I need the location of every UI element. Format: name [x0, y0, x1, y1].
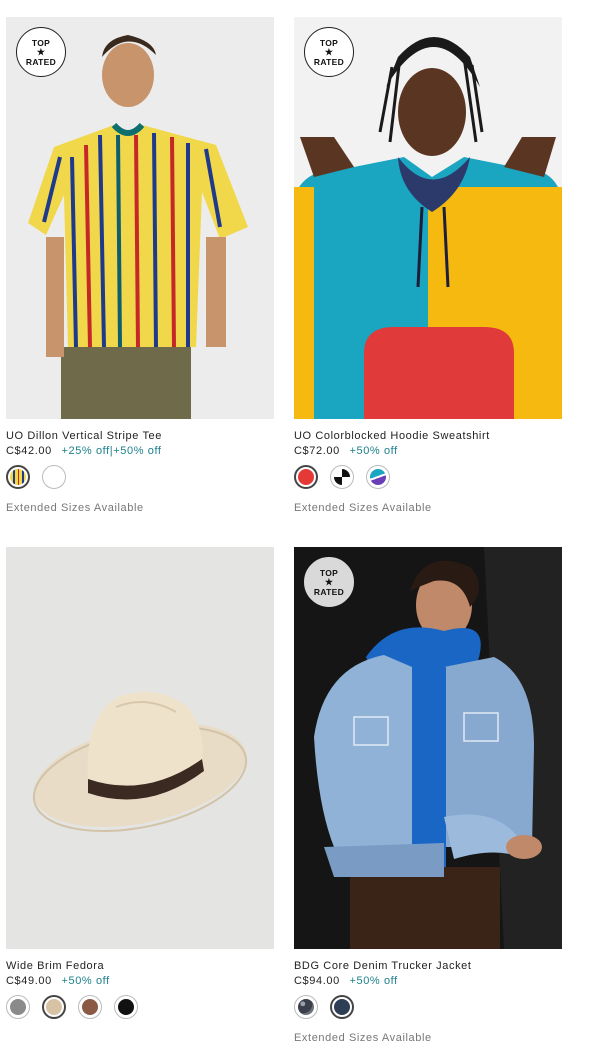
- swatch-denim-dark[interactable]: [330, 995, 354, 1019]
- product-price: C$94.00: [294, 975, 340, 987]
- stripe-tee-photo: [6, 17, 274, 419]
- swatch-grey[interactable]: [6, 995, 30, 1019]
- extended-sizes-text: Extended Sizes Available: [294, 502, 432, 514]
- top-rated-badge: TOP ★ RATED: [304, 557, 354, 607]
- price-row: C$42.00 +25% off|+50% off: [6, 445, 274, 457]
- product-card[interactable]: Wide Brim Fedora C$49.00 +50% off: [6, 547, 274, 1021]
- product-card[interactable]: TOP ★ RATED UO Colorblocked Hoodie Sweat…: [294, 17, 562, 514]
- color-swatches: [6, 995, 274, 1021]
- promo-text: +50% off: [349, 975, 398, 987]
- colorblocked-hoodie-photo: [294, 17, 562, 419]
- extended-sizes-text: Extended Sizes Available: [6, 502, 144, 514]
- badge-rated-text: RATED: [313, 56, 345, 67]
- product-card[interactable]: TOP ★ RATED UO Dillon Vertical Stripe Te…: [6, 17, 274, 514]
- swatch-dark-speckle[interactable]: [294, 995, 318, 1019]
- swatch-teal-purple[interactable]: [366, 465, 390, 489]
- fedora-photo: [6, 547, 274, 949]
- color-swatches: [294, 465, 562, 491]
- star-icon: ★: [324, 576, 334, 587]
- swatch-white[interactable]: [42, 465, 66, 489]
- price-row: C$72.00 +50% off: [294, 445, 562, 457]
- promo-text: +50% off: [61, 975, 110, 987]
- product-name[interactable]: UO Colorblocked Hoodie Sweatshirt: [294, 430, 562, 442]
- product-image-stripe-tee[interactable]: TOP ★ RATED: [6, 17, 274, 419]
- promo-text: +50% off: [349, 445, 398, 457]
- denim-jacket-photo: [294, 547, 562, 949]
- swatch-stripe[interactable]: [6, 465, 30, 489]
- badge-rated-text: RATED: [313, 586, 345, 597]
- product-name[interactable]: Wide Brim Fedora: [6, 960, 274, 972]
- product-name[interactable]: BDG Core Denim Trucker Jacket: [294, 960, 562, 972]
- product-name[interactable]: UO Dillon Vertical Stripe Tee: [6, 430, 274, 442]
- swatch-black-white[interactable]: [330, 465, 354, 489]
- star-icon: ★: [324, 46, 334, 57]
- top-rated-badge: TOP ★ RATED: [16, 27, 66, 77]
- price-row: C$49.00 +50% off: [6, 975, 274, 987]
- product-image-colorblocked-hoodie[interactable]: TOP ★ RATED: [294, 17, 562, 419]
- promo-text: +25% off|+50% off: [61, 445, 162, 457]
- extended-sizes-text: Extended Sizes Available: [294, 1032, 432, 1044]
- color-swatches: [294, 995, 562, 1021]
- swatch-brown[interactable]: [78, 995, 102, 1019]
- product-price: C$42.00: [6, 445, 52, 457]
- swatch-black[interactable]: [114, 995, 138, 1019]
- color-swatches: [6, 465, 274, 491]
- product-image-denim-trucker-jacket[interactable]: TOP ★ RATED: [294, 547, 562, 949]
- star-icon: ★: [36, 46, 46, 57]
- swatch-red[interactable]: [294, 465, 318, 489]
- product-price: C$49.00: [6, 975, 52, 987]
- product-card[interactable]: TOP ★ RATED BDG Core Denim Trucker Jacke…: [294, 547, 562, 1044]
- top-rated-badge: TOP ★ RATED: [304, 27, 354, 77]
- badge-top-text: TOP: [319, 567, 339, 578]
- badge-top-text: TOP: [31, 37, 51, 48]
- swatch-cream[interactable]: [42, 995, 66, 1019]
- product-image-wide-brim-fedora[interactable]: [6, 547, 274, 949]
- badge-rated-text: RATED: [25, 56, 57, 67]
- price-row: C$94.00 +50% off: [294, 975, 562, 987]
- badge-top-text: TOP: [319, 37, 339, 48]
- product-price: C$72.00: [294, 445, 340, 457]
